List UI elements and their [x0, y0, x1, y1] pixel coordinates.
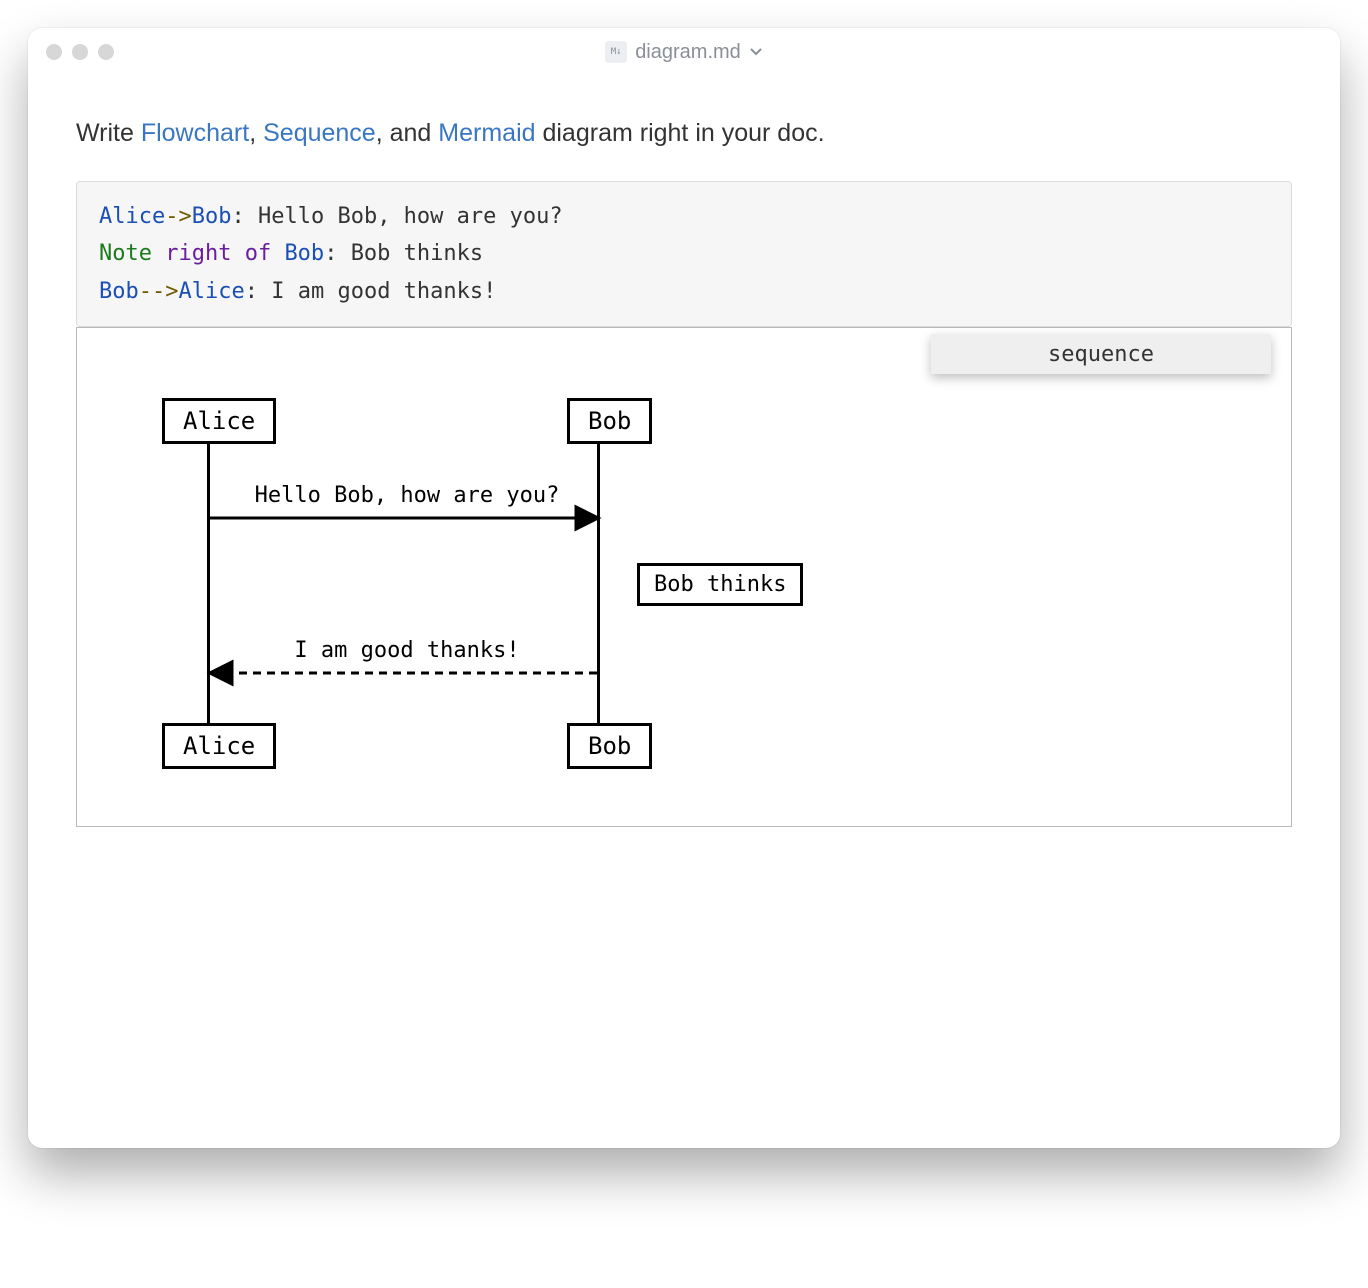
diagram-preview: sequence Alice Bob Alice Bob Hello Bob, …	[76, 327, 1292, 827]
code-token-colon: :	[231, 204, 258, 229]
close-button[interactable]	[46, 44, 62, 60]
lifeline	[597, 438, 600, 728]
code-token-actor: Alice	[99, 204, 165, 229]
actor-box: Alice	[162, 398, 276, 444]
code-token-actor: Bob	[284, 241, 324, 266]
code-token-actor: Bob	[99, 279, 139, 304]
code-token-text: Bob thinks	[351, 241, 483, 266]
code-block[interactable]: Alice->Bob: Hello Bob, how are you? Note…	[76, 181, 1292, 327]
code-token-arrow: -->	[139, 279, 179, 304]
actor-box: Bob	[567, 723, 652, 769]
code-token-rightof: right of	[152, 241, 284, 266]
message-label: Hello Bob, how are you?	[227, 483, 587, 508]
file-type-icon: M↓	[605, 41, 627, 63]
code-token-note: Note	[99, 241, 152, 266]
code-token-colon: :	[245, 279, 272, 304]
code-token-text: I am good thanks!	[271, 279, 496, 304]
intro-text: Write	[76, 119, 141, 147]
code-token-text: Hello Bob, how are you?	[258, 204, 563, 229]
intro-text: , and	[376, 119, 439, 147]
actor-box: Bob	[567, 398, 652, 444]
link-flowchart[interactable]: Flowchart	[141, 119, 249, 147]
app-window: M↓ diagram.md Write Flowchart, Sequence,…	[28, 28, 1340, 1148]
intro-text: ,	[249, 119, 263, 147]
actor-box: Alice	[162, 723, 276, 769]
window-title: diagram.md	[635, 41, 741, 64]
editor-body[interactable]: Write Flowchart, Sequence, and Mermaid d…	[28, 76, 1340, 867]
message-label: I am good thanks!	[247, 638, 567, 663]
title-group: M↓ diagram.md	[28, 41, 1340, 64]
code-token-actor: Bob	[192, 204, 232, 229]
link-sequence[interactable]: Sequence	[263, 119, 376, 147]
minimize-button[interactable]	[72, 44, 88, 60]
zoom-button[interactable]	[98, 44, 114, 60]
code-token-actor: Alice	[179, 279, 245, 304]
diagram-type-badge: sequence	[931, 334, 1271, 374]
code-token-arrow: ->	[165, 204, 192, 229]
intro-paragraph: Write Flowchart, Sequence, and Mermaid d…	[76, 116, 1292, 151]
titlebar: M↓ diagram.md	[28, 28, 1340, 76]
intro-text: diagram right in your doc.	[536, 119, 825, 147]
link-mermaid[interactable]: Mermaid	[438, 119, 535, 147]
lifeline	[207, 438, 210, 728]
chevron-down-icon[interactable]	[749, 45, 763, 59]
note-box: Bob thinks	[637, 563, 803, 606]
code-token-colon: :	[324, 241, 351, 266]
window-controls	[46, 44, 114, 60]
